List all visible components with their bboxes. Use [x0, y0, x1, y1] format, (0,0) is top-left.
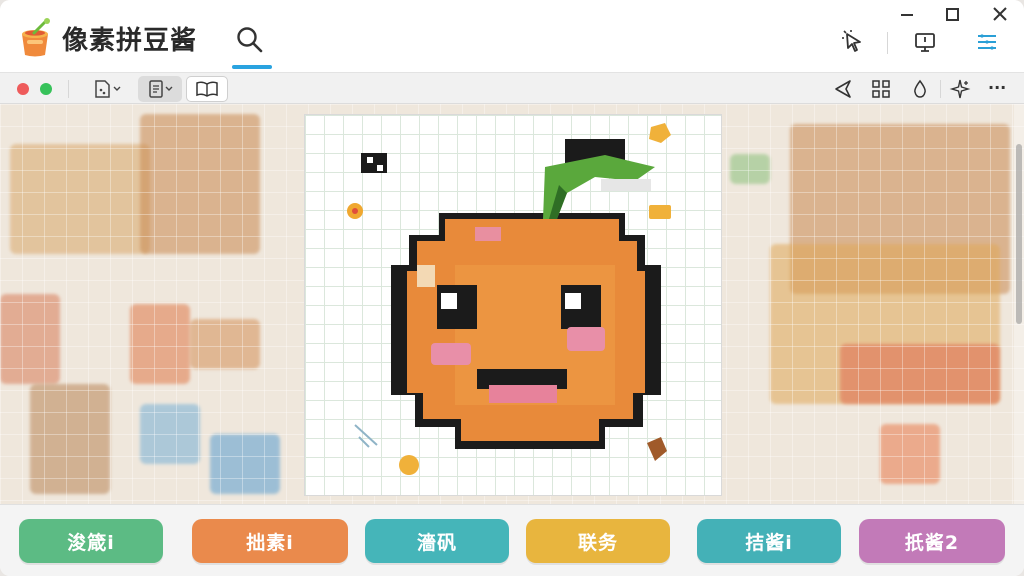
- bean-jar-icon: [22, 18, 50, 57]
- toolbar-separator: [68, 80, 69, 98]
- action-button-1[interactable]: 浚箴i: [19, 519, 163, 563]
- action-button-1-label: 浚箴i: [67, 531, 115, 554]
- toolbar: ···: [0, 72, 1024, 104]
- toolbar-separator-right: [940, 80, 941, 98]
- menu-icon[interactable]: [973, 28, 1001, 56]
- notes-list-icon: [149, 80, 173, 98]
- action-button-5-label: 拮酱i: [745, 531, 793, 554]
- action-button-2-label: 拙素i: [246, 531, 294, 554]
- green-dot-button[interactable]: [40, 83, 52, 95]
- canvas-area[interactable]: [0, 104, 1024, 504]
- red-dot-button[interactable]: [17, 83, 29, 95]
- grid-icon[interactable]: [870, 78, 892, 100]
- notes-list-button[interactable]: [138, 76, 182, 102]
- action-button-4-label: 联务: [577, 531, 618, 554]
- monitor-icon[interactable]: [911, 28, 939, 56]
- scrollbar-thumb[interactable]: [1016, 144, 1022, 324]
- action-button-3-label: 濇矾: [416, 531, 457, 554]
- book-icon: [196, 81, 218, 97]
- search-icon[interactable]: [232, 22, 268, 58]
- minimize-icon[interactable]: [895, 4, 919, 24]
- action-button-6-label: 扺酱2: [904, 531, 960, 554]
- app-title: 像素拼豆酱: [62, 26, 198, 56]
- app-window: 像素拼豆酱 ··· 浚箴i 拙素i 濇矾 联务 拮酱i 扺酱2: [0, 0, 1024, 576]
- title-separator: [887, 32, 888, 54]
- new-document-icon: [95, 80, 121, 98]
- action-button-5[interactable]: 拮酱i: [697, 519, 841, 563]
- search-tab-indicator: [232, 65, 272, 69]
- title-bar: 像素拼豆酱: [0, 0, 1024, 72]
- magic-cursor-icon[interactable]: [840, 28, 868, 56]
- pixel-orange-character: [347, 123, 671, 475]
- action-button-2[interactable]: 拙素i: [192, 519, 348, 563]
- drop-icon[interactable]: [909, 78, 931, 100]
- sparkle-icon[interactable]: [949, 78, 971, 100]
- more-icon[interactable]: ···: [988, 78, 1006, 97]
- bead-board[interactable]: [304, 114, 722, 496]
- send-icon[interactable]: [832, 78, 854, 100]
- action-button-3[interactable]: 濇矾: [365, 519, 509, 563]
- close-icon[interactable]: [988, 4, 1012, 24]
- action-button-6[interactable]: 扺酱2: [859, 519, 1005, 563]
- action-bar: 浚箴i 拙素i 濇矾 联务 拮酱i 扺酱2: [0, 504, 1024, 576]
- maximize-icon[interactable]: [940, 4, 964, 24]
- book-button[interactable]: [186, 76, 228, 102]
- new-document-button[interactable]: [88, 76, 128, 102]
- action-button-4[interactable]: 联务: [526, 519, 670, 563]
